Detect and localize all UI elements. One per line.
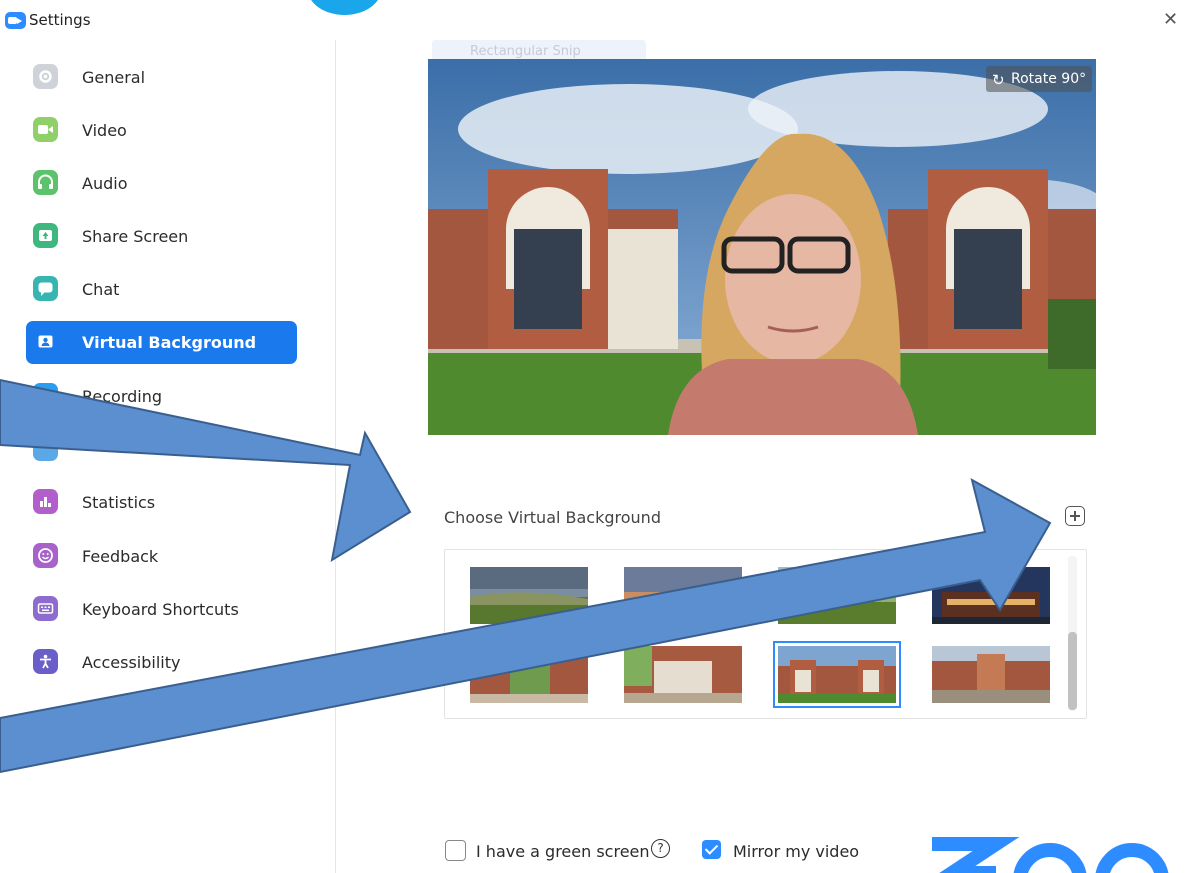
ghost-menu-label: Rectangular Snip [470,44,581,59]
rotate-icon: ↻ [992,71,1005,89]
headphones-icon [33,170,58,195]
accessibility-icon [33,649,58,674]
question-circle-icon[interactable]: ? [651,839,670,858]
sidebar-item-audio[interactable]: Audio [26,162,297,205]
sidebar-item-keyboard-shortcuts[interactable]: Keyboard Shortcuts [26,588,297,631]
sidebar-item-label: Accessibility [82,653,181,672]
mirror-video-label: Mirror my video [733,842,860,861]
sidebar-item-chat[interactable]: Chat [26,268,297,311]
sidebar-item-hidden[interactable] [26,428,297,471]
person-card-icon [33,329,58,354]
rotate-button[interactable]: ↻ Rotate 90° [986,66,1092,92]
video-camera-icon [33,117,58,142]
share-screen-icon [33,223,58,248]
zoom-logo [932,830,1189,873]
sidebar-item-label: General [82,68,146,87]
thumb-bg-4[interactable] [932,567,1050,624]
choose-background-label: Choose Virtual Background [444,508,661,527]
sidebar-item-label: Statistics [82,493,156,512]
green-screen-checkbox[interactable] [445,840,466,861]
chat-bubble-icon [33,276,58,301]
window-title: Settings [29,11,91,29]
smiley-icon [33,543,58,568]
sidebar-item-label: Virtual Background [82,333,257,352]
sidebar-item-share-screen[interactable]: Share Screen [26,215,297,258]
thumb-bg-1[interactable] [470,567,588,624]
thumb-bg-6[interactable] [624,646,742,703]
green-screen-label: I have a green screen [476,842,650,861]
sidebar-item-statistics[interactable]: Statistics [26,481,297,524]
thumb-bg-5[interactable] [470,646,588,703]
sidebar-item-feedback[interactable]: Feedback [26,535,297,578]
profile-icon [33,436,58,461]
thumb-bg-3[interactable] [778,567,896,624]
sidebar-item-label: Recording [82,387,163,406]
rotate-label: Rotate 90° [1011,71,1087,87]
gear-icon [33,64,58,89]
record-icon [33,383,58,408]
sidebar-item-label: Audio [82,174,128,193]
sidebar-item-recording[interactable]: Recording [26,375,297,418]
sidebar-item-label: Share Screen [82,227,189,246]
mirror-video-checkbox[interactable] [702,840,721,859]
bar-chart-icon [33,489,58,514]
sidebar-item-label: Keyboard Shortcuts [82,600,239,619]
keyboard-icon [33,596,58,621]
thumb-bg-7[interactable] [773,641,901,708]
close-icon[interactable]: ✕ [1163,9,1178,30]
zoom-app-icon [5,12,26,29]
thumb-bg-2[interactable] [624,567,742,624]
sidebar-item-accessibility[interactable]: Accessibility [26,641,297,684]
sidebar-item-label: Feedback [82,547,159,566]
video-preview [428,59,1096,435]
plus-icon[interactable] [1065,506,1085,526]
sidebar-item-virtual-background[interactable]: Virtual Background [26,321,297,364]
gallery-scrollbar-thumb[interactable] [1068,632,1077,710]
sidebar-item-label: Video [82,121,127,140]
sidebar-item-video[interactable]: Video [26,109,297,152]
title-bar: Settings ✕ [0,0,1189,40]
thumb-bg-8[interactable] [932,646,1050,703]
sidebar-item-label: Chat [82,280,120,299]
sidebar-item-general[interactable]: General [26,56,297,99]
